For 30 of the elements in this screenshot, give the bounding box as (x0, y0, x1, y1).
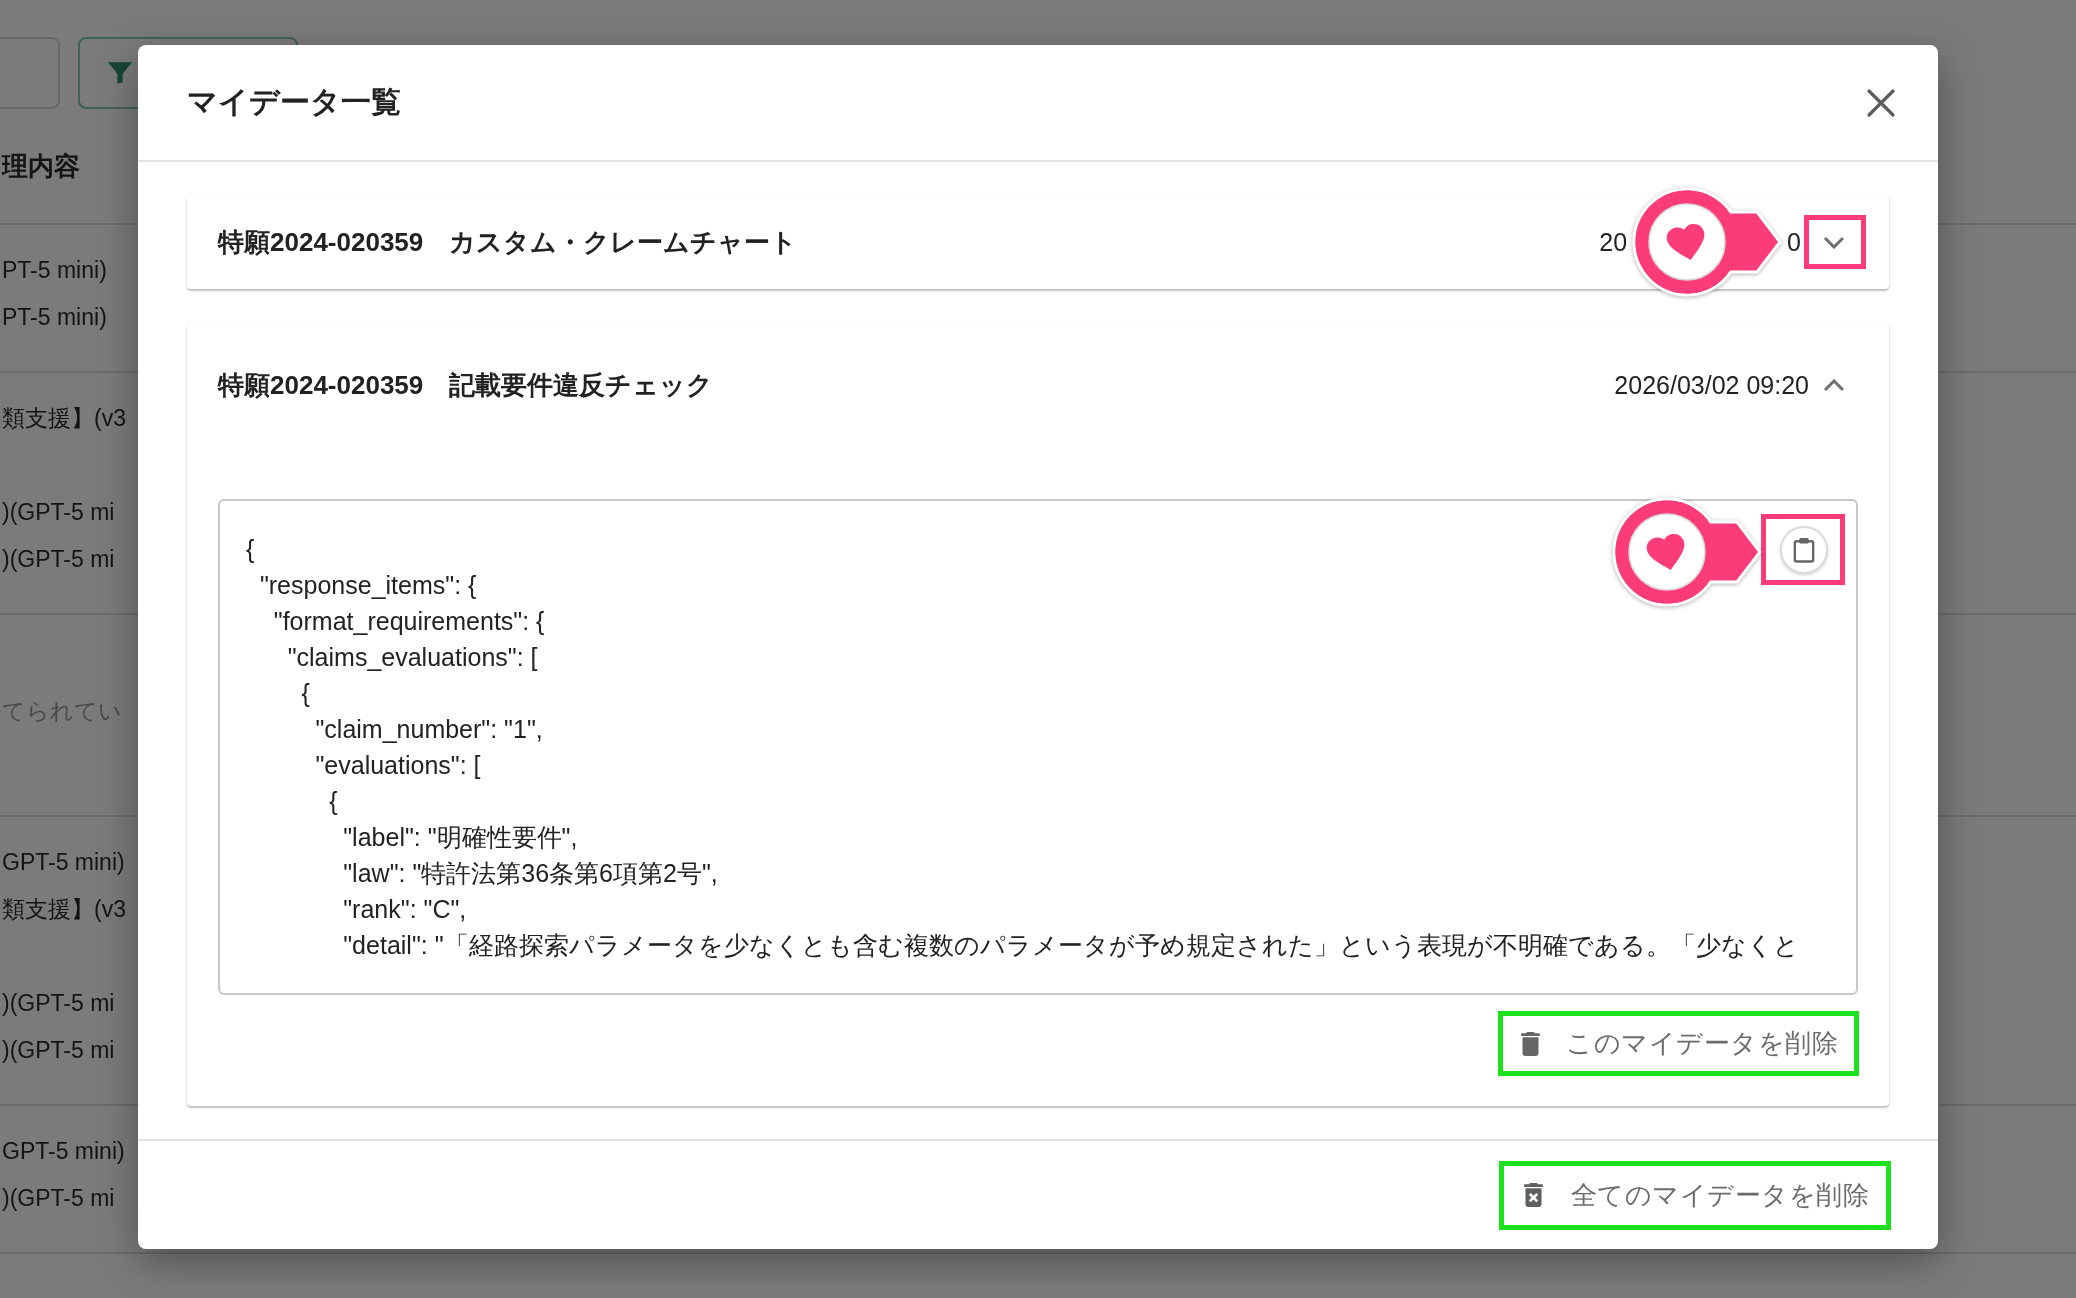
code-line: "response_items": { (259, 570, 477, 601)
date-text: 2026/03/02 09:20 (1614, 370, 1809, 400)
column-header: 理内容 (0, 149, 80, 183)
code-line: { (246, 534, 255, 565)
code-line: "label": "明確性要件", (343, 822, 578, 853)
cell-text: )(GPT-5 mi (2, 989, 115, 1018)
code-line: "detail": "「経路探索パラメータを少なくとも含む複数のパラメータが予め規定された」という表現が不明確である。「少なくと (343, 930, 1799, 961)
cell-text: GPT-5 mini) (2, 848, 125, 877)
code-line: "law": "特許法第36条第6項第2号", (343, 858, 718, 889)
cell-text: )(GPT-5 mi (2, 1184, 115, 1213)
date-text: 20 (1599, 227, 1628, 257)
cell-text: )(GPT-5 mi (2, 545, 115, 574)
code-line: "claims_evaluations": [ (287, 642, 538, 673)
cell-text: 類支援】(v3 (2, 404, 126, 433)
code-line: "evaluations": [ (315, 750, 481, 781)
cell-text: GPT-5 mini) (2, 1137, 125, 1166)
item-title: 特願2024-020359 カスタム・クレームチャート (218, 225, 798, 259)
code-line: "rank": "C", (343, 894, 467, 925)
code-line: { (329, 786, 338, 817)
cell-text: 類支援】(v3 (2, 895, 126, 924)
cell-text: )(GPT-5 mi (2, 498, 115, 527)
item-title: 特願2024-020359 記載要件違反チェック (218, 368, 714, 402)
code-line: "claim_number": "1", (315, 714, 543, 745)
cell-text: PT-5 mini) (2, 256, 107, 285)
cell-text: )(GPT-5 mi (2, 1036, 115, 1065)
date-text: 0 (1787, 227, 1801, 257)
code-line: { (301, 678, 310, 709)
cell-text: PT-5 mini) (2, 303, 107, 332)
code-line: "format_requirements": { (273, 606, 545, 637)
dialog-title: マイデータ一覧 (187, 84, 401, 120)
